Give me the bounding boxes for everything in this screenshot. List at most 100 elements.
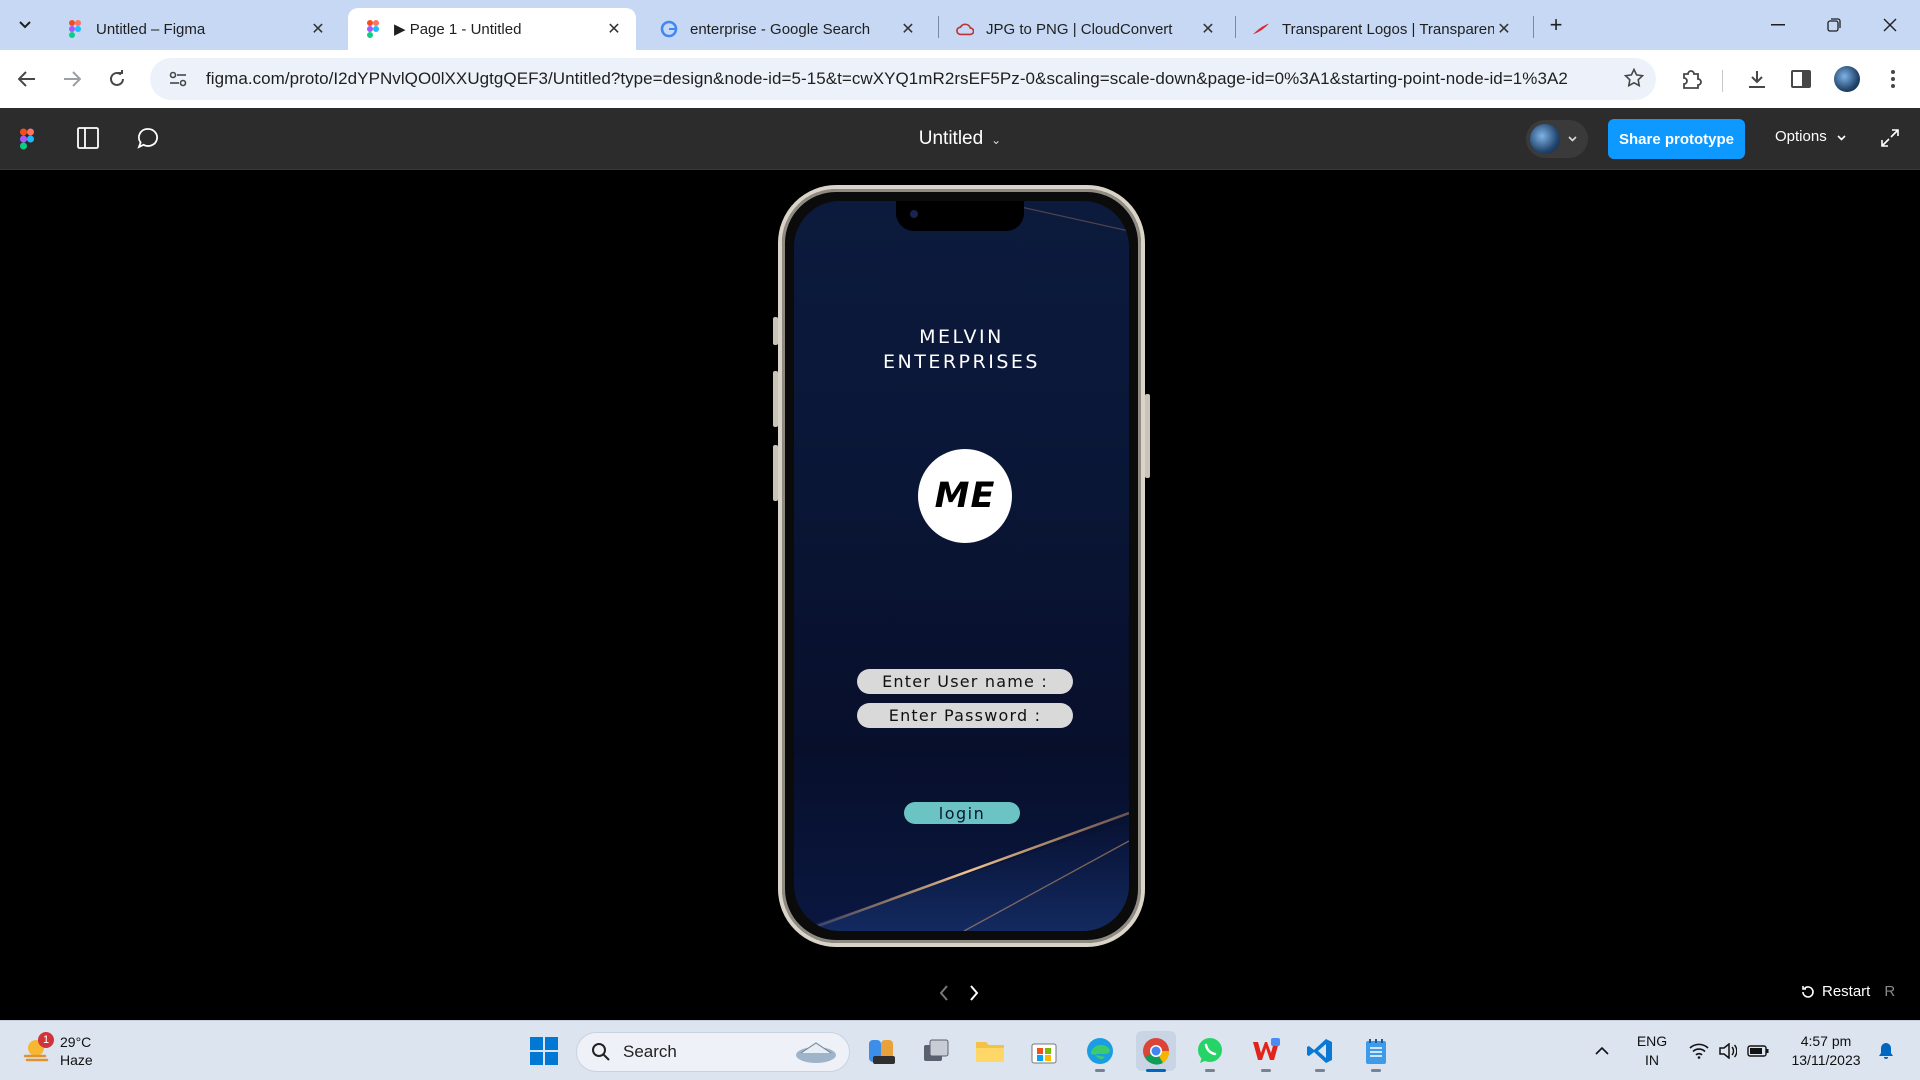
weather-temperature: 29°C bbox=[60, 1034, 92, 1050]
bell-icon bbox=[1879, 1043, 1893, 1059]
edge-icon bbox=[1087, 1038, 1113, 1064]
search-highlight-icon bbox=[796, 1042, 836, 1063]
forward-button[interactable] bbox=[57, 64, 87, 94]
download-icon bbox=[1749, 71, 1765, 88]
phone-notch bbox=[896, 201, 1024, 231]
profile-avatar bbox=[1834, 66, 1860, 92]
taskbar-search[interactable]: Search bbox=[576, 1032, 850, 1072]
browser-tab-transparent-logos[interactable]: Transparent Logos | Transparent ✕ bbox=[1236, 8, 1526, 50]
phone-side-button bbox=[773, 317, 778, 345]
weather-description: Haze bbox=[60, 1052, 93, 1068]
prototype-canvas: MELVIN ENTERPRISES ME Enter User name : … bbox=[0, 171, 1920, 1021]
options-label: Options bbox=[1775, 128, 1827, 145]
taskbar-app-store[interactable] bbox=[1024, 1031, 1064, 1071]
camera-dot bbox=[910, 210, 918, 218]
transparent-logos-icon bbox=[1252, 20, 1270, 38]
downloads-button[interactable] bbox=[1742, 64, 1772, 94]
browser-tab-figma-file[interactable]: Untitled – Figma ✕ bbox=[50, 8, 340, 50]
close-icon[interactable]: ✕ bbox=[1198, 19, 1218, 39]
taskbar-app-file-explorer[interactable] bbox=[970, 1031, 1010, 1071]
fullscreen-button[interactable] bbox=[1880, 128, 1900, 153]
close-icon[interactable]: ✕ bbox=[308, 19, 328, 39]
taskbar-app-wps[interactable] bbox=[1246, 1031, 1286, 1072]
weather-widget[interactable]: 1 29°C Haze bbox=[22, 1032, 93, 1069]
arrow-left-icon bbox=[18, 71, 35, 87]
taskbar-app-copilot[interactable] bbox=[862, 1031, 902, 1071]
quick-settings-button[interactable] bbox=[1684, 1031, 1774, 1071]
bookmark-star-icon[interactable] bbox=[1623, 67, 1645, 93]
copilot-icon bbox=[869, 1040, 895, 1064]
profile-button[interactable] bbox=[1832, 64, 1862, 94]
close-window-button[interactable] bbox=[1862, 0, 1918, 50]
logo-text: ME bbox=[934, 476, 996, 516]
address-bar[interactable]: figma.com/proto/I2dYPNvlQO0lXXUgtgQEF3/U… bbox=[150, 58, 1656, 100]
more-vertical-icon bbox=[1891, 70, 1895, 88]
browser-tab-prototype[interactable]: ▶ Page 1 - Untitled ✕ bbox=[348, 8, 636, 50]
restart-button[interactable]: Restart R bbox=[1800, 983, 1895, 1000]
next-frame-button[interactable] bbox=[962, 981, 986, 1005]
show-hidden-icons-button[interactable] bbox=[1590, 1031, 1614, 1071]
clock-time: 4:57 pm bbox=[1800, 1033, 1852, 1049]
restart-label: Restart bbox=[1822, 983, 1871, 1000]
options-menu[interactable]: Options bbox=[1775, 128, 1846, 145]
minimize-button[interactable] bbox=[1750, 0, 1806, 50]
figma-prototype-header: Untitled ⌄ Share prototype Options bbox=[0, 108, 1920, 170]
tab-separator bbox=[938, 16, 939, 38]
weather-haze-icon: 1 bbox=[22, 1032, 54, 1066]
new-tab-button[interactable]: + bbox=[1542, 12, 1570, 40]
taskbar-app-edge[interactable] bbox=[1080, 1031, 1120, 1072]
figma-icon bbox=[66, 20, 84, 38]
taskbar-app-vscode[interactable] bbox=[1300, 1031, 1340, 1072]
url-text: figma.com/proto/I2dYPNvlQO0lXXUgtgQEF3/U… bbox=[206, 69, 1568, 88]
running-indicator bbox=[1146, 1069, 1166, 1072]
browser-tab-cloudconvert[interactable]: JPG to PNG | CloudConvert ✕ bbox=[940, 8, 1230, 50]
tab-title: Transparent Logos | Transparent bbox=[1282, 20, 1494, 38]
clock[interactable]: 4:57 pm 13/11/2023 bbox=[1780, 1031, 1872, 1071]
start-button[interactable] bbox=[524, 1031, 564, 1071]
search-label: Search bbox=[623, 1042, 677, 1061]
reload-icon bbox=[110, 70, 124, 86]
vscode-icon bbox=[1307, 1039, 1332, 1063]
windows-logo-icon bbox=[530, 1037, 558, 1065]
company-logo: ME bbox=[918, 449, 1012, 543]
chrome-menu-button[interactable] bbox=[1878, 64, 1908, 94]
taskbar-app-task-view[interactable] bbox=[916, 1031, 956, 1071]
tab-search-button[interactable] bbox=[10, 10, 40, 40]
extensions-button[interactable] bbox=[1676, 64, 1706, 94]
back-button[interactable] bbox=[12, 64, 42, 94]
arrow-right-icon bbox=[64, 71, 81, 87]
close-icon bbox=[1883, 18, 1897, 32]
running-indicator bbox=[1205, 1069, 1215, 1072]
windows-taskbar: 1 29°C Haze Search ENG IN 4:57 pm 13/11/… bbox=[0, 1020, 1920, 1080]
taskbar-app-chrome[interactable] bbox=[1136, 1031, 1176, 1072]
file-title: Untitled bbox=[918, 128, 984, 149]
expand-icon bbox=[1881, 129, 1899, 147]
toolbar-divider bbox=[1722, 70, 1723, 92]
close-icon[interactable]: ✕ bbox=[898, 19, 918, 39]
task-view-icon bbox=[924, 1039, 949, 1061]
wifi-icon bbox=[1689, 1043, 1709, 1059]
site-settings-icon[interactable] bbox=[160, 71, 196, 87]
username-field[interactable]: Enter User name : bbox=[857, 669, 1073, 694]
chrome-icon bbox=[1143, 1038, 1170, 1065]
taskbar-app-whatsapp[interactable] bbox=[1190, 1031, 1230, 1072]
reload-button[interactable] bbox=[102, 64, 132, 94]
password-field[interactable]: Enter Password : bbox=[857, 703, 1073, 728]
side-panel-button[interactable] bbox=[1786, 64, 1816, 94]
notifications-button[interactable] bbox=[1874, 1031, 1898, 1071]
tab-title: enterprise - Google Search bbox=[690, 20, 871, 38]
viewer-avatar-menu[interactable] bbox=[1526, 120, 1588, 158]
region-code: IN bbox=[1645, 1052, 1659, 1068]
running-indicator bbox=[1315, 1069, 1325, 1072]
tab-separator bbox=[1235, 16, 1236, 38]
restore-button[interactable] bbox=[1806, 0, 1862, 50]
login-button[interactable]: login bbox=[904, 802, 1020, 824]
browser-tab-google-search[interactable]: enterprise - Google Search ✕ bbox=[644, 8, 930, 50]
language-indicator[interactable]: ENG IN bbox=[1628, 1031, 1676, 1071]
taskbar-app-notepad[interactable] bbox=[1356, 1031, 1396, 1072]
close-icon[interactable]: ✕ bbox=[604, 19, 624, 39]
side-panel-icon bbox=[1791, 70, 1811, 88]
close-icon[interactable]: ✕ bbox=[1494, 19, 1514, 39]
share-prototype-button[interactable]: Share prototype bbox=[1608, 119, 1745, 159]
previous-frame-button[interactable] bbox=[932, 981, 956, 1005]
